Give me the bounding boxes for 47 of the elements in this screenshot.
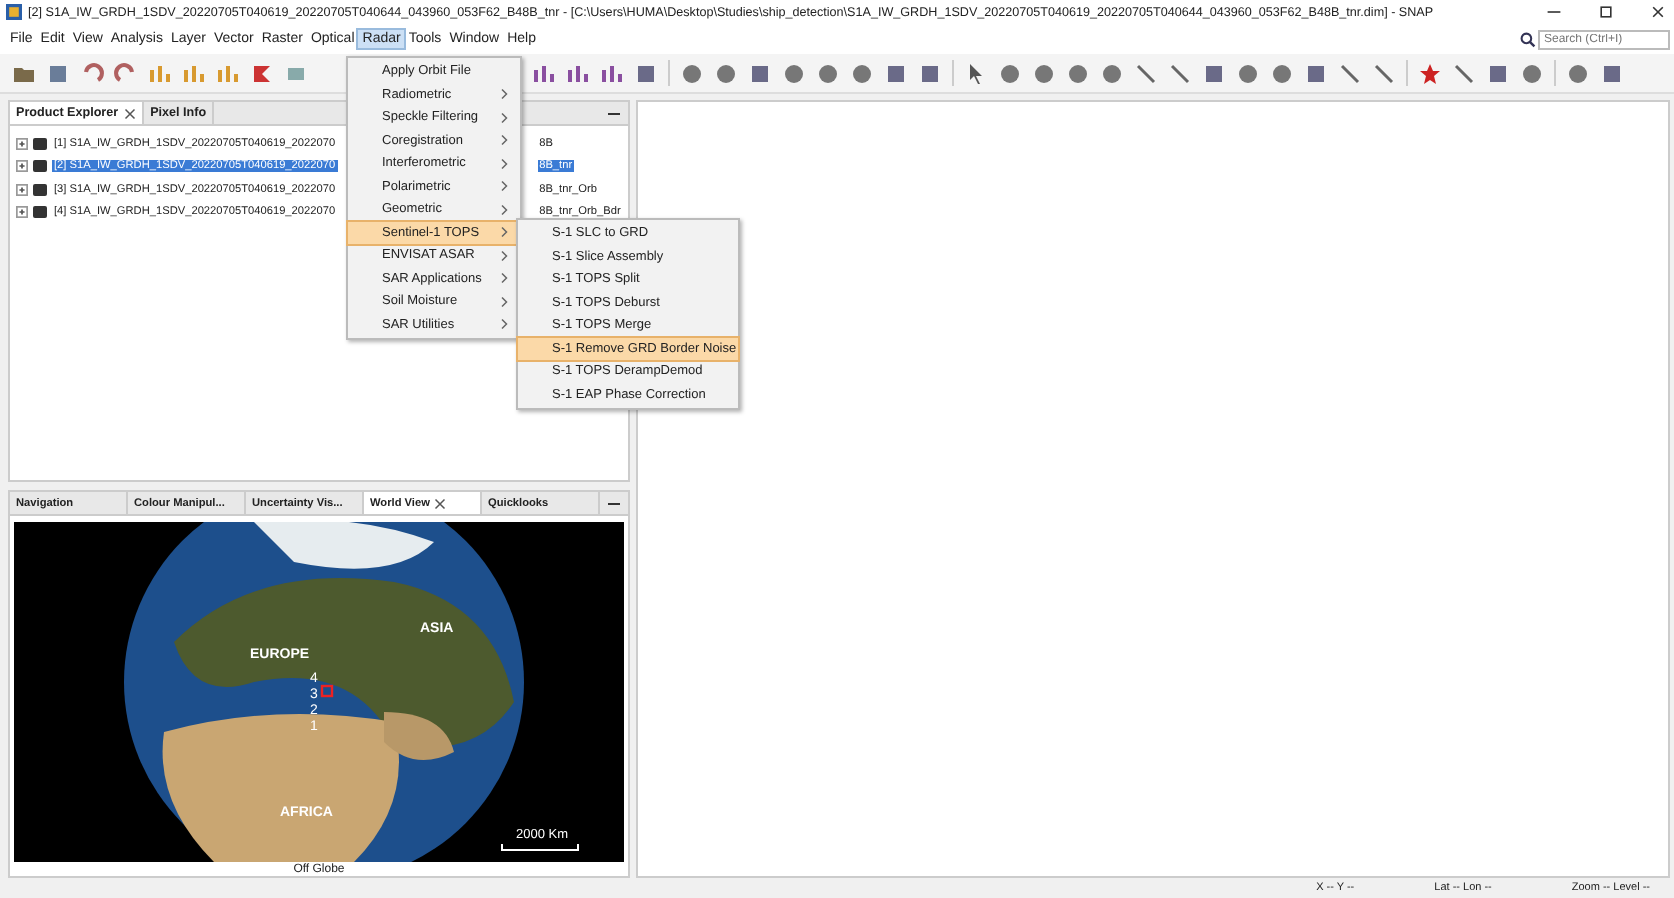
star-icon[interactable]	[1418, 61, 1442, 85]
circle-icon[interactable]	[998, 61, 1022, 85]
square-icon[interactable]	[634, 61, 658, 85]
footprint-marker	[320, 684, 334, 698]
close-icon[interactable]	[1650, 4, 1666, 20]
maximize-icon[interactable]	[1598, 4, 1614, 20]
line-icon[interactable]	[1134, 61, 1158, 85]
expand-icon[interactable]	[16, 137, 28, 150]
square-icon[interactable]	[1600, 61, 1624, 85]
box-icon[interactable]	[46, 61, 70, 85]
circle-icon[interactable]	[1100, 61, 1124, 85]
line-icon[interactable]	[1372, 61, 1396, 85]
circle-icon[interactable]	[1236, 61, 1260, 85]
chart-icon[interactable]	[600, 61, 624, 85]
square-icon[interactable]	[1304, 61, 1328, 85]
circle-icon[interactable]	[1566, 61, 1590, 85]
expand-icon[interactable]	[16, 183, 28, 196]
circle-icon[interactable]	[1066, 61, 1090, 85]
circle-icon[interactable]	[850, 61, 874, 85]
circle-icon[interactable]	[1032, 61, 1056, 85]
circle-icon[interactable]	[1520, 61, 1544, 85]
square-icon[interactable]	[884, 61, 908, 85]
flag-icon[interactable]	[250, 61, 274, 85]
circle-icon[interactable]	[816, 61, 840, 85]
line-icon[interactable]	[1168, 61, 1192, 85]
line-icon[interactable]	[1338, 61, 1362, 85]
search-icon	[1520, 31, 1536, 47]
redo-icon[interactable]	[114, 61, 138, 85]
undo-icon[interactable]	[80, 61, 104, 85]
expand-icon[interactable]	[16, 206, 28, 219]
arrow-icon[interactable]	[964, 61, 988, 85]
expand-icon[interactable]	[16, 160, 28, 173]
chart-icon[interactable]	[532, 61, 556, 85]
square-icon[interactable]	[918, 61, 942, 85]
circle-icon[interactable]	[714, 61, 738, 85]
close-icon[interactable]	[124, 107, 137, 119]
scale-bar	[501, 843, 579, 851]
circle-icon[interactable]	[1270, 61, 1294, 85]
circle-icon[interactable]	[782, 61, 806, 85]
square-icon[interactable]	[1486, 61, 1510, 85]
line-icon[interactable]	[1452, 61, 1476, 85]
close-icon[interactable]	[433, 497, 446, 509]
app-icon	[6, 4, 22, 20]
chart-icon[interactable]	[566, 61, 590, 85]
circle-icon[interactable]	[680, 61, 704, 85]
square-icon[interactable]	[1202, 61, 1226, 85]
square-icon[interactable]	[748, 61, 772, 85]
